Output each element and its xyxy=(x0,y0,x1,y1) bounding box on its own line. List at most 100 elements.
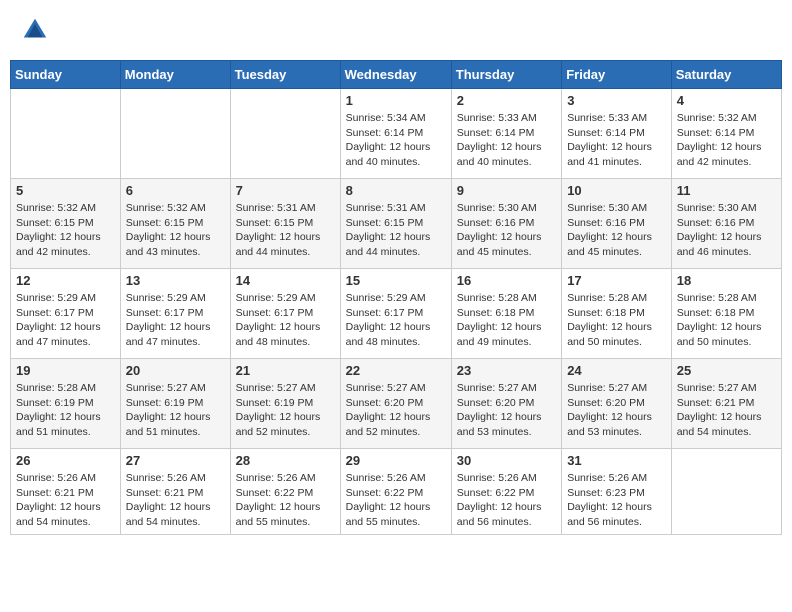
calendar-cell: 4Sunrise: 5:32 AMSunset: 6:14 PMDaylight… xyxy=(671,89,781,179)
logo xyxy=(20,15,54,45)
day-info: Sunrise: 5:29 AMSunset: 6:17 PMDaylight:… xyxy=(346,291,446,350)
calendar-cell: 14 Sunrise: 5:29 AMSunset: 6:17 PMDayligh… xyxy=(230,269,340,359)
day-number: 11 xyxy=(677,183,776,198)
calendar-cell xyxy=(11,89,121,179)
day-number: 18 xyxy=(677,273,776,288)
day-number: 17 xyxy=(567,273,666,288)
day-number: 10 xyxy=(567,183,666,198)
day-info: Sunrise: 5:27 AMSunset: 6:20 PMDaylight:… xyxy=(457,381,556,440)
calendar-cell: 30 Sunrise: 5:26 AMSunset: 6:22 PMDayligh… xyxy=(451,449,561,535)
day-info: Sunrise: 5:27 AMSunset: 6:20 PMDaylight:… xyxy=(567,381,666,440)
calendar-cell: 15 Sunrise: 5:29 AMSunset: 6:17 PMDayligh… xyxy=(340,269,451,359)
day-info: Sunrise: 5:29 AMSunset: 6:17 PMDaylight:… xyxy=(236,291,335,350)
day-number: 13 xyxy=(126,273,225,288)
calendar-cell: 29 Sunrise: 5:26 AMSunset: 6:22 PMDayligh… xyxy=(340,449,451,535)
day-number: 30 xyxy=(457,453,556,468)
day-number: 22 xyxy=(346,363,446,378)
calendar-cell: 31 Sunrise: 5:26 AMSunset: 6:23 PMDayligh… xyxy=(562,449,672,535)
calendar-cell: 21 Sunrise: 5:27 AMSunset: 6:19 PMDayligh… xyxy=(230,359,340,449)
day-number: 19 xyxy=(16,363,115,378)
day-info: Sunrise: 5:32 AMSunset: 6:15 PMDaylight:… xyxy=(126,201,225,260)
calendar-cell: 22 Sunrise: 5:27 AMSunset: 6:20 PMDayligh… xyxy=(340,359,451,449)
day-info: Sunrise: 5:30 AMSunset: 6:16 PMDaylight:… xyxy=(677,201,776,260)
page-header xyxy=(10,10,782,50)
day-info: Sunrise: 5:26 AMSunset: 6:23 PMDaylight:… xyxy=(567,471,666,530)
day-number: 23 xyxy=(457,363,556,378)
day-number: 14 xyxy=(236,273,335,288)
day-number: 12 xyxy=(16,273,115,288)
day-number: 31 xyxy=(567,453,666,468)
day-info: Sunrise: 5:26 AMSunset: 6:22 PMDaylight:… xyxy=(346,471,446,530)
calendar-cell: 25 Sunrise: 5:27 AMSunset: 6:21 PMDayligh… xyxy=(671,359,781,449)
calendar-week-row: 5 Sunrise: 5:32 AMSunset: 6:15 PMDaylight… xyxy=(11,179,782,269)
day-number: 28 xyxy=(236,453,335,468)
day-info: Sunrise: 5:28 AMSunset: 6:19 PMDaylight:… xyxy=(16,381,115,440)
day-number: 2 xyxy=(457,93,556,108)
day-info: Sunrise: 5:28 AMSunset: 6:18 PMDaylight:… xyxy=(677,291,776,350)
day-info: Sunrise: 5:26 AMSunset: 6:22 PMDaylight:… xyxy=(457,471,556,530)
day-info: Sunrise: 5:34 AMSunset: 6:14 PMDaylight:… xyxy=(346,111,446,170)
day-info: Sunrise: 5:27 AMSunset: 6:20 PMDaylight:… xyxy=(346,381,446,440)
day-info: Sunrise: 5:33 AMSunset: 6:14 PMDaylight:… xyxy=(567,111,666,170)
calendar-header-row: SundayMondayTuesdayWednesdayThursdayFrid… xyxy=(11,61,782,89)
day-header-saturday: Saturday xyxy=(671,61,781,89)
day-header-monday: Monday xyxy=(120,61,230,89)
calendar-cell: 27 Sunrise: 5:26 AMSunset: 6:21 PMDayligh… xyxy=(120,449,230,535)
day-info: Sunrise: 5:29 AMSunset: 6:17 PMDaylight:… xyxy=(16,291,115,350)
day-number: 7 xyxy=(236,183,335,198)
day-number: 9 xyxy=(457,183,556,198)
day-info: Sunrise: 5:31 AMSunset: 6:15 PMDaylight:… xyxy=(236,201,335,260)
day-info: Sunrise: 5:29 AMSunset: 6:17 PMDaylight:… xyxy=(126,291,225,350)
day-info: Sunrise: 5:27 AMSunset: 6:19 PMDaylight:… xyxy=(236,381,335,440)
calendar-cell: 23 Sunrise: 5:27 AMSunset: 6:20 PMDayligh… xyxy=(451,359,561,449)
calendar-cell: 11 Sunrise: 5:30 AMSunset: 6:16 PMDayligh… xyxy=(671,179,781,269)
day-number: 6 xyxy=(126,183,225,198)
calendar-cell xyxy=(120,89,230,179)
calendar-cell xyxy=(230,89,340,179)
calendar-cell: 26Sunrise: 5:26 AMSunset: 6:21 PMDayligh… xyxy=(11,449,121,535)
calendar-cell: 9 Sunrise: 5:30 AMSunset: 6:16 PMDaylight… xyxy=(451,179,561,269)
calendar-cell: 24 Sunrise: 5:27 AMSunset: 6:20 PMDayligh… xyxy=(562,359,672,449)
day-info: Sunrise: 5:28 AMSunset: 6:18 PMDaylight:… xyxy=(567,291,666,350)
day-number: 16 xyxy=(457,273,556,288)
calendar-cell: 13 Sunrise: 5:29 AMSunset: 6:17 PMDayligh… xyxy=(120,269,230,359)
day-number: 29 xyxy=(346,453,446,468)
day-number: 20 xyxy=(126,363,225,378)
day-header-sunday: Sunday xyxy=(11,61,121,89)
day-number: 25 xyxy=(677,363,776,378)
day-header-tuesday: Tuesday xyxy=(230,61,340,89)
day-number: 24 xyxy=(567,363,666,378)
day-number: 21 xyxy=(236,363,335,378)
day-info: Sunrise: 5:27 AMSunset: 6:19 PMDaylight:… xyxy=(126,381,225,440)
day-number: 15 xyxy=(346,273,446,288)
day-number: 1 xyxy=(346,93,446,108)
day-info: Sunrise: 5:30 AMSunset: 6:16 PMDaylight:… xyxy=(457,201,556,260)
calendar-cell: 12 Sunrise: 5:29 AMSunset: 6:17 PMDayligh… xyxy=(11,269,121,359)
day-header-wednesday: Wednesday xyxy=(340,61,451,89)
calendar-cell: 18 Sunrise: 5:28 AMSunset: 6:18 PMDayligh… xyxy=(671,269,781,359)
day-info: Sunrise: 5:27 AMSunset: 6:21 PMDaylight:… xyxy=(677,381,776,440)
day-number: 8 xyxy=(346,183,446,198)
calendar-cell: 7 Sunrise: 5:31 AMSunset: 6:15 PMDaylight… xyxy=(230,179,340,269)
calendar-cell: 5 Sunrise: 5:32 AMSunset: 6:15 PMDaylight… xyxy=(11,179,121,269)
day-number: 5 xyxy=(16,183,115,198)
calendar-week-row: 19 Sunrise: 5:28 AMSunset: 6:19 PMDayligh… xyxy=(11,359,782,449)
day-number: 3 xyxy=(567,93,666,108)
day-header-thursday: Thursday xyxy=(451,61,561,89)
day-info: Sunrise: 5:32 AMSunset: 6:14 PMDaylight:… xyxy=(677,111,776,170)
calendar-cell: 10Sunrise: 5:30 AMSunset: 6:16 PMDayligh… xyxy=(562,179,672,269)
logo-icon xyxy=(20,15,50,45)
calendar-cell: 17 Sunrise: 5:28 AMSunset: 6:18 PMDayligh… xyxy=(562,269,672,359)
calendar-cell: 20 Sunrise: 5:27 AMSunset: 6:19 PMDayligh… xyxy=(120,359,230,449)
day-info: Sunrise: 5:26 AMSunset: 6:21 PMDaylight:… xyxy=(126,471,225,530)
calendar-week-row: 12 Sunrise: 5:29 AMSunset: 6:17 PMDayligh… xyxy=(11,269,782,359)
day-info: Sunrise: 5:31 AMSunset: 6:15 PMDaylight:… xyxy=(346,201,446,260)
calendar-cell: 8 Sunrise: 5:31 AMSunset: 6:15 PMDaylight… xyxy=(340,179,451,269)
calendar-table: SundayMondayTuesdayWednesdayThursdayFrid… xyxy=(10,60,782,535)
calendar-cell: 3 Sunrise: 5:33 AMSunset: 6:14 PMDaylight… xyxy=(562,89,672,179)
calendar-cell: 6 Sunrise: 5:32 AMSunset: 6:15 PMDaylight… xyxy=(120,179,230,269)
calendar-week-row: 1 Sunrise: 5:34 AMSunset: 6:14 PMDaylight… xyxy=(11,89,782,179)
day-number: 27 xyxy=(126,453,225,468)
day-info: Sunrise: 5:26 AMSunset: 6:22 PMDaylight:… xyxy=(236,471,335,530)
day-info: Sunrise: 5:32 AMSunset: 6:15 PMDaylight:… xyxy=(16,201,115,260)
